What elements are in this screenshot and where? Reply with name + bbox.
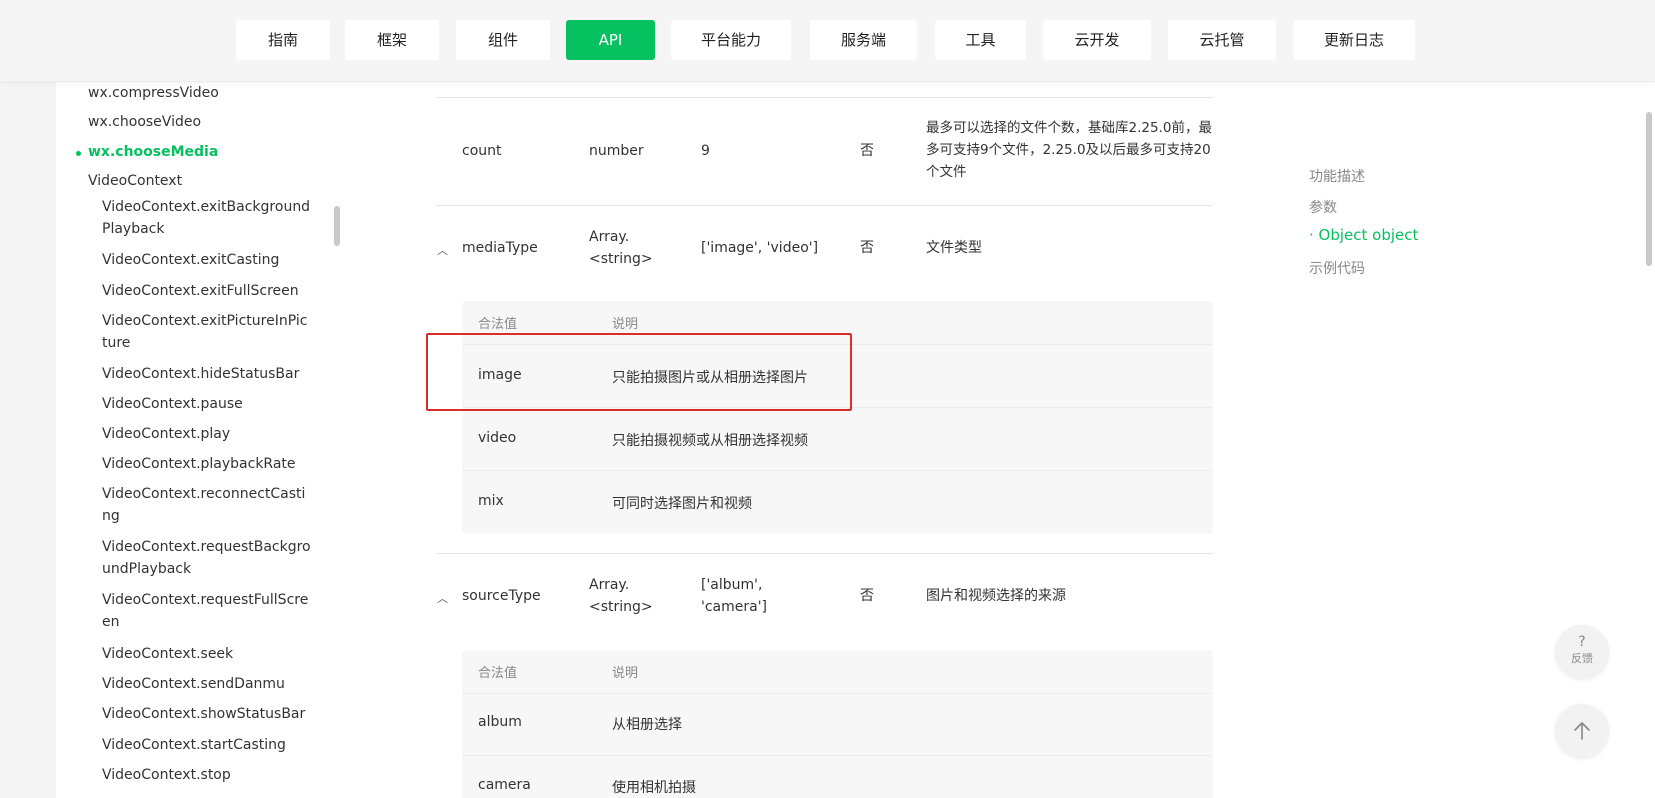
sub-divider xyxy=(462,344,1213,345)
tab-platform-capabilities[interactable]: 平台能力 xyxy=(671,20,791,60)
param-required: 否 xyxy=(860,143,874,159)
sidebar: wx.compressVideo wx.chooseVideo wx.choos… xyxy=(56,82,336,798)
param-type-suffix: <string> xyxy=(589,599,653,615)
sidebar-item-compressvideo[interactable]: wx.compressVideo xyxy=(88,82,219,104)
param-required: 否 xyxy=(860,240,874,256)
sub-value: image xyxy=(478,367,522,383)
param-type-prefix: Array. xyxy=(589,229,630,245)
sidebar-item-stop[interactable]: VideoContext.stop xyxy=(102,764,312,786)
param-name: count xyxy=(462,143,502,159)
sidebar-item-requestfullscreen[interactable]: VideoContext.requestFullScreen xyxy=(102,589,312,633)
sidebar-item-playbackrate[interactable]: VideoContext.playbackRate xyxy=(102,453,312,475)
toc-item-description[interactable]: 功能描述 xyxy=(1309,166,1365,186)
tab-cloud-dev[interactable]: 云开发 xyxy=(1043,20,1151,60)
param-required: 否 xyxy=(860,588,874,604)
sidebar-scrollbar[interactable] xyxy=(334,206,340,246)
back-to-top-button[interactable] xyxy=(1555,704,1609,758)
toc-item-example[interactable]: 示例代码 xyxy=(1309,258,1365,278)
sub-divider xyxy=(462,470,1213,471)
sub-header-value: 合法值 xyxy=(478,666,518,681)
tab-tools[interactable]: 工具 xyxy=(935,20,1026,60)
sub-divider xyxy=(462,755,1213,756)
sub-desc: 从相册选择 xyxy=(612,717,682,733)
sub-header-desc: 说明 xyxy=(612,666,639,681)
sourcetype-values-table: 合法值 说明 album 从相册选择 camera 使用相机拍摄 xyxy=(462,650,1213,798)
left-rail xyxy=(0,0,56,798)
param-desc: 文件类型 xyxy=(926,240,982,256)
param-type-prefix: Array. xyxy=(589,577,630,593)
tab-cloud-hosting[interactable]: 云托管 xyxy=(1168,20,1276,60)
sidebar-item-startcasting[interactable]: VideoContext.startCasting xyxy=(102,734,312,756)
sidebar-item-showstatusbar[interactable]: VideoContext.showStatusBar xyxy=(102,703,312,725)
toc-item-params[interactable]: 参数 xyxy=(1309,197,1337,217)
param-default-part: ['album', xyxy=(701,577,763,593)
sub-value: album xyxy=(478,714,522,730)
sub-desc: 只能拍摄视频或从相册选择视频 xyxy=(612,433,808,449)
param-default-part: 'camera'] xyxy=(701,599,768,615)
sidebar-item-requestbackgroundplayback[interactable]: VideoContext.requestBackgroundPlayback xyxy=(102,536,312,580)
sidebar-item-videocontext[interactable]: VideoContext xyxy=(88,170,182,192)
param-desc: 最多可以选择的文件个数，基础库2.25.0前，最多可支持9个文件，2.25.0及… xyxy=(926,120,1212,180)
param-name: sourceType xyxy=(462,588,541,604)
chevron-up-icon[interactable]: ︿ xyxy=(437,242,448,258)
tab-changelog[interactable]: 更新日志 xyxy=(1293,20,1415,60)
question-icon: ? xyxy=(1578,634,1586,650)
toc-item-object[interactable]: · Object object xyxy=(1309,226,1418,244)
tab-components[interactable]: 组件 xyxy=(456,20,550,60)
sub-value: mix xyxy=(478,493,504,509)
feedback-button[interactable]: ? 反馈 xyxy=(1555,625,1609,679)
sidebar-item-seek[interactable]: VideoContext.seek xyxy=(102,643,312,665)
arrow-up-icon xyxy=(1574,722,1590,740)
tab-guide[interactable]: 指南 xyxy=(236,20,330,60)
param-default: 9 xyxy=(701,143,710,159)
param-desc: 图片和视频选择的来源 xyxy=(926,588,1066,604)
sub-header-value: 合法值 xyxy=(478,317,518,332)
sub-divider xyxy=(462,407,1213,408)
page-scrollbar[interactable] xyxy=(1646,112,1652,266)
param-type-suffix: <string> xyxy=(589,251,653,267)
tab-server[interactable]: 服务端 xyxy=(810,20,917,60)
param-default: ['image', 'video'] xyxy=(701,240,819,256)
sidebar-item-exitfullscreen[interactable]: VideoContext.exitFullScreen xyxy=(102,280,312,302)
sub-value: video xyxy=(478,430,517,446)
table-header-divider xyxy=(436,97,1213,98)
sub-divider xyxy=(462,693,1213,694)
sidebar-item-senddanmu[interactable]: VideoContext.sendDanmu xyxy=(102,673,312,695)
mediatype-values-table: 合法值 说明 image 只能拍摄图片或从相册选择图片 video 只能拍摄视频… xyxy=(462,301,1213,534)
param-type: number xyxy=(589,143,644,159)
tab-framework[interactable]: 框架 xyxy=(345,20,439,60)
sidebar-item-choosevideo[interactable]: wx.chooseVideo xyxy=(88,111,201,133)
sub-value: camera xyxy=(478,777,531,793)
feedback-label: 反馈 xyxy=(1571,652,1593,665)
sub-desc: 使用相机拍摄 xyxy=(612,780,696,796)
sidebar-item-reconnectcasting[interactable]: VideoContext.reconnectCasting xyxy=(102,483,312,527)
sidebar-item-exitbackgroundplayback[interactable]: VideoContext.exitBackgroundPlayback xyxy=(102,196,312,240)
sidebar-item-hidestatusbar[interactable]: VideoContext.hideStatusBar xyxy=(102,363,312,385)
sidebar-item-exitcasting[interactable]: VideoContext.exitCasting xyxy=(102,249,312,271)
sub-header-desc: 说明 xyxy=(612,317,639,332)
sidebar-item-play[interactable]: VideoContext.play xyxy=(102,423,312,445)
tab-api[interactable]: API xyxy=(566,20,655,60)
page: 指南 框架 组件 API 平台能力 服务端 工具 云开发 云托管 更新日志 wx… xyxy=(0,0,1655,798)
active-dot-icon xyxy=(76,151,81,156)
row-divider xyxy=(436,553,1213,554)
sub-desc: 可同时选择图片和视频 xyxy=(612,496,752,512)
chevron-up-icon[interactable]: ︿ xyxy=(437,590,448,606)
sidebar-item-choosemedia[interactable]: wx.chooseMedia xyxy=(88,141,218,163)
top-nav: 指南 框架 组件 API 平台能力 服务端 工具 云开发 云托管 更新日志 xyxy=(0,0,1655,82)
sidebar-item-pause[interactable]: VideoContext.pause xyxy=(102,393,312,415)
row-divider xyxy=(436,205,1213,206)
sub-desc: 只能拍摄图片或从相册选择图片 xyxy=(612,370,808,386)
sidebar-item-exitpictureinpicture[interactable]: VideoContext.exitPictureInPicture xyxy=(102,310,312,354)
param-name: mediaType xyxy=(462,240,538,256)
